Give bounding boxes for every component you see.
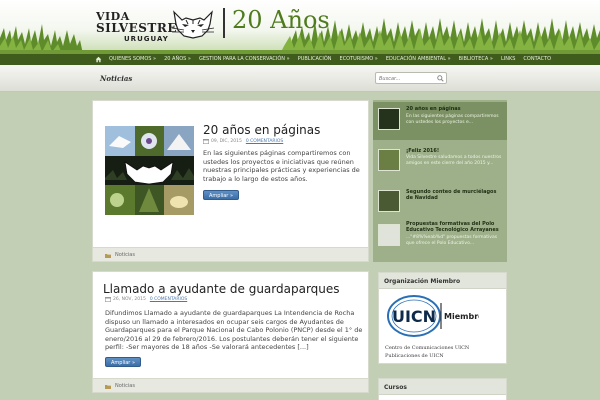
featured-thumbnail	[378, 224, 400, 246]
featured-desc: ..."#8%%eab%d" propuestas formativas que…	[406, 235, 498, 246]
post-category: Noticias	[105, 383, 135, 389]
nav-links[interactable]: LINKS	[497, 54, 519, 65]
featured-item[interactable]: 20 años en páginas En las siguientes pág…	[373, 102, 507, 140]
widget-cursos: Cursos	[378, 378, 507, 400]
read-more-button[interactable]: Ampliar »	[105, 357, 142, 367]
post-date: 09, DIC, 2015	[211, 139, 242, 144]
nav-home[interactable]	[92, 56, 105, 63]
widget-title: Cursos	[379, 379, 506, 395]
nav-educacion[interactable]: EDUCACIÓN AMBIENTAL »	[382, 54, 455, 65]
page-title-bar: Noticias	[0, 65, 600, 92]
post-title[interactable]: Llamado a ayudante de guardaparques	[103, 282, 340, 296]
wildcat-logo-icon	[171, 10, 215, 39]
collage-image	[105, 126, 194, 215]
featured-thumbnail	[378, 108, 400, 130]
featured-thumbnail	[378, 190, 400, 212]
widget-organizacion-miembro: Organización Miembro UICN Miembro Centro…	[378, 272, 507, 364]
logo-divider	[223, 8, 225, 38]
nav-quienes-somos[interactable]: QUIENES SOMOS »	[105, 54, 160, 65]
post-meta: 26, NOV, 2015 0 COMENTARIOS	[105, 297, 187, 302]
featured-item[interactable]: Propuestas formativas del Polo Educativo…	[373, 218, 507, 256]
post-meta: 09, DIC, 2015 0 COMENTARIOS	[203, 139, 283, 144]
post-date: 26, NOV, 2015	[113, 297, 146, 302]
anniversary-title: 20 Años	[232, 6, 330, 34]
calendar-icon	[105, 297, 111, 302]
post-comments-link[interactable]: 0 COMENTARIOS	[246, 139, 283, 144]
post-footer: Noticias	[93, 247, 368, 261]
search-icon[interactable]	[437, 75, 444, 82]
read-more-button[interactable]: Ampliar »	[203, 190, 240, 200]
post-title[interactable]: 20 años en páginas	[203, 123, 320, 137]
post-thumbnail[interactable]	[105, 126, 194, 215]
uicn-member-text: Miembro	[444, 312, 479, 321]
featured-slider: 20 años en páginas En las siguientes pág…	[373, 100, 507, 262]
page-title: Noticias	[100, 74, 133, 83]
uicn-logo[interactable]: UICN Miembro	[387, 293, 479, 339]
search-input[interactable]	[379, 74, 435, 83]
featured-title: 20 años en páginas	[406, 106, 461, 112]
post-comments-link[interactable]: 0 COMENTARIOS	[150, 297, 187, 302]
nav-gestion[interactable]: GESTION PARA LA CONSERVACIÓN »	[195, 54, 294, 65]
post-category-link[interactable]: Noticias	[115, 383, 135, 389]
site-header: VIDA SILVESTRE URUGUAY 20 Años	[0, 0, 600, 54]
widget-title: Organización Miembro	[379, 273, 506, 289]
folder-icon	[105, 384, 111, 389]
nav-contacto[interactable]: CONTACTO	[519, 54, 555, 65]
org-link[interactable]: Centro de Comunicaciones UICN	[385, 345, 469, 351]
nav-ecoturismo[interactable]: ECOTURISMO »	[336, 54, 382, 65]
post-category: Noticias	[105, 252, 135, 258]
post-footer: Noticias	[93, 378, 368, 392]
uicn-logo-text: UICN	[392, 307, 436, 326]
nav-20-anos[interactable]: 20 AÑOS »	[160, 54, 195, 65]
featured-thumbnail	[378, 149, 400, 171]
nav-biblioteca[interactable]: BIBLIOTECA »	[455, 54, 497, 65]
folder-icon	[105, 253, 111, 258]
logo-line-uruguay: URUGUAY	[124, 35, 169, 43]
featured-title: ¡Feliz 2016!	[406, 148, 440, 154]
logo-line-silvestre: SILVESTRE	[96, 21, 177, 35]
post-card: Llamado a ayudante de guardaparques 26, …	[92, 271, 369, 393]
org-link[interactable]: Publicaciones de UICN	[385, 353, 444, 359]
featured-title: Propuestas formativas del Polo Educativo…	[406, 221, 499, 233]
main-navigation: QUIENES SOMOS » 20 AÑOS » GESTION PARA L…	[0, 54, 600, 65]
post-excerpt: Difundimos Llamado a ayudante de guardap…	[105, 309, 363, 351]
post-category-link[interactable]: Noticias	[115, 252, 135, 258]
featured-desc: En las siguientes páginas compartiremos …	[406, 114, 499, 125]
featured-desc: Vida Silvestre saludamos a todos nuestro…	[406, 155, 502, 166]
featured-item[interactable]: ¡Feliz 2016! Vida Silvestre saludamos a …	[373, 144, 507, 182]
calendar-icon	[203, 139, 209, 144]
home-icon	[95, 56, 102, 63]
featured-title: Segundo conteo de murciélagos de Navidad	[406, 189, 497, 201]
post-card: 20 años en páginas 09, DIC, 2015 0 COMEN…	[92, 100, 369, 262]
post-excerpt: En las siguientes páginas compartiremos …	[203, 149, 360, 183]
search-box	[375, 72, 447, 84]
nav-publicacion[interactable]: PUBLICACIÓN	[294, 54, 336, 65]
site-logo[interactable]: VIDA SILVESTRE URUGUAY	[96, 10, 178, 44]
featured-item[interactable]: Segundo conteo de murciélagos de Navidad	[373, 184, 507, 222]
